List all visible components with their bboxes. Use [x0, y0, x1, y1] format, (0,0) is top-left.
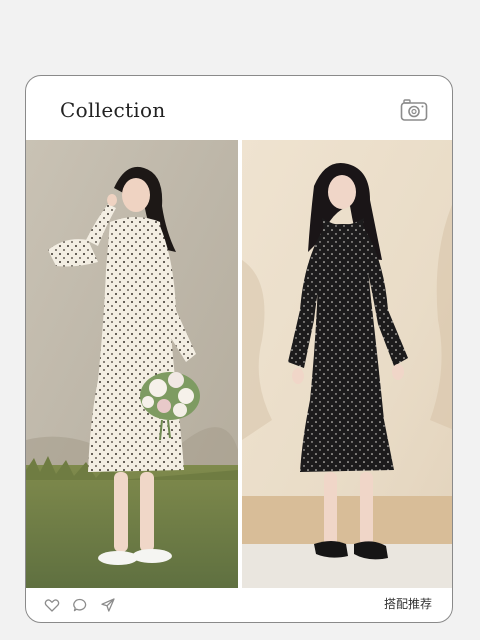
recommendation-label[interactable]: 搭配推荐: [384, 595, 432, 612]
heart-icon[interactable]: [44, 597, 60, 613]
camera-icon[interactable]: [400, 98, 428, 122]
photo-black-dress[interactable]: [242, 140, 452, 588]
card-title: Collection: [60, 98, 166, 122]
photo-white-dress[interactable]: [26, 140, 238, 588]
action-bar: [44, 597, 116, 613]
collection-card: Collection 搭配推荐: [25, 75, 453, 623]
photo-grid: [26, 140, 452, 588]
send-icon[interactable]: [100, 597, 116, 613]
comment-icon[interactable]: [72, 597, 88, 613]
